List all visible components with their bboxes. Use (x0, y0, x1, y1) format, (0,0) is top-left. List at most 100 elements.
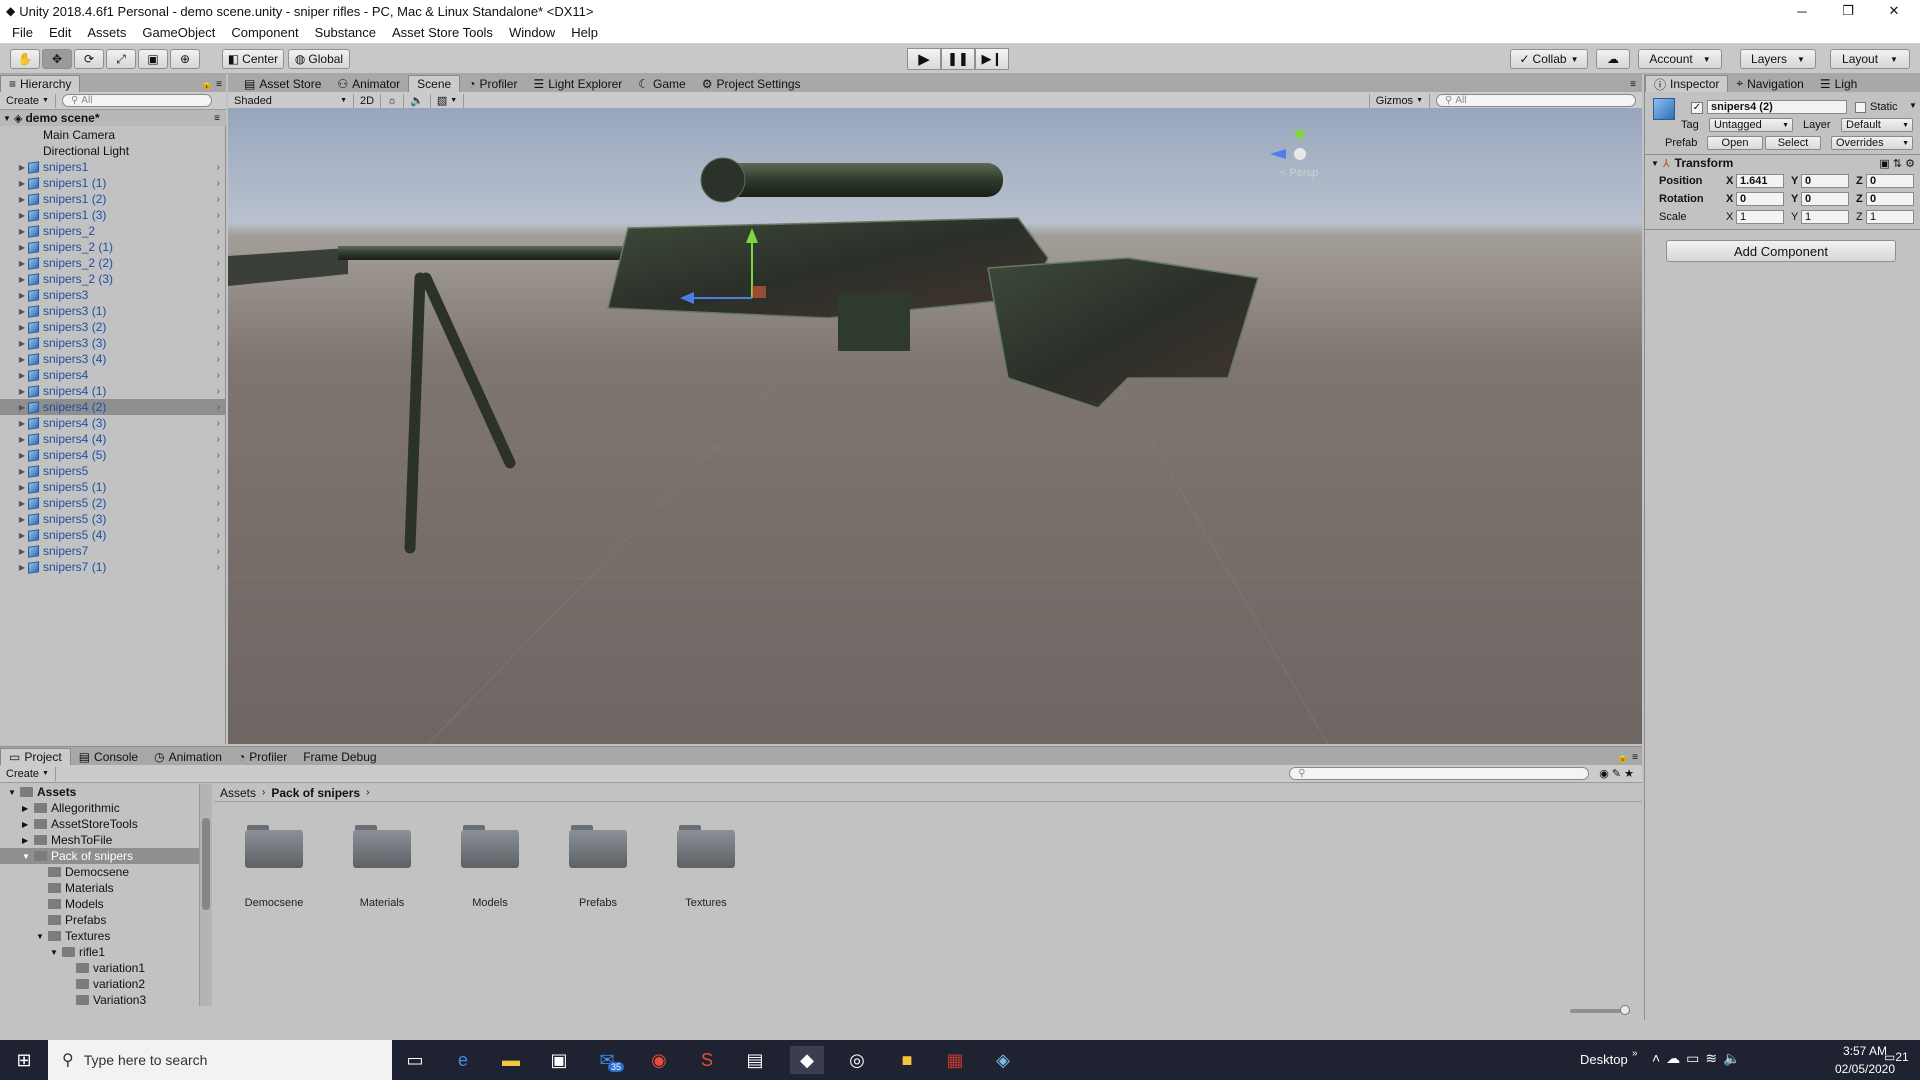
hierarchy-item[interactable]: ▶ snipers_2 (2) › (0, 255, 226, 271)
hierarchy-item[interactable]: Directional Light (0, 143, 226, 159)
desktop-toolbar-label[interactable]: Desktop (1580, 1052, 1628, 1067)
tag-dropdown[interactable]: Untagged ▼ (1709, 118, 1793, 132)
expand-arrow-icon[interactable]: ▶ (16, 563, 28, 572)
orientation-gizmo[interactable] (1270, 130, 1306, 160)
hierarchy-item[interactable]: ▶ snipers1 (2) › (0, 191, 226, 207)
chevron-right-icon[interactable]: › (217, 418, 220, 429)
chevron-right-icon[interactable]: › (217, 178, 220, 189)
chevron-right-icon[interactable]: › (217, 482, 220, 493)
expand-arrow-icon[interactable]: ▶ (16, 291, 28, 300)
hierarchy-item[interactable]: ▶ snipers4 (4) › (0, 431, 226, 447)
task-view-icon[interactable]: ▭ (398, 1046, 432, 1074)
scale-x-field[interactable]: 1 (1736, 210, 1784, 224)
chevron-right-icon[interactable]: › (217, 450, 220, 461)
tree-scrollbar[interactable] (200, 784, 212, 1006)
unity-icon[interactable]: ◆ (790, 1046, 824, 1074)
chevron-right-icon[interactable]: › (217, 226, 220, 237)
expand-arrow-icon[interactable]: ▶ (16, 275, 28, 284)
tab-animation[interactable]: ◷ Animation (146, 748, 230, 765)
tab-light-explorer[interactable]: ☰ Light Explorer (525, 75, 630, 92)
expand-arrow-icon[interactable]: ▶ (16, 195, 28, 204)
hierarchy-item[interactable]: ▶ snipers4 (2) › (0, 399, 226, 415)
app-icon[interactable]: ◈ (986, 1046, 1020, 1074)
layout-dropdown[interactable]: Layout ▼ (1830, 49, 1910, 69)
notification-icon[interactable]: ▭21 (1884, 1050, 1909, 1064)
chrome-icon[interactable]: ◉ (642, 1046, 676, 1074)
hierarchy-item[interactable]: ▶ snipers_2 (1) › (0, 239, 226, 255)
chevron-right-icon[interactable]: › (217, 370, 220, 381)
hierarchy-item[interactable]: ▶ snipers4 › (0, 367, 226, 383)
expand-arrow-icon[interactable]: ▶ (16, 243, 28, 252)
menu-component[interactable]: Component (223, 25, 306, 40)
minimize-button[interactable]: ─ (1780, 0, 1824, 22)
hierarchy-item[interactable]: ▶ snipers1 › (0, 159, 226, 175)
expand-arrow-icon[interactable]: ▶ (16, 499, 28, 508)
tab-lighting[interactable]: ☰ Ligh (1812, 75, 1865, 92)
rotation-x-field[interactable]: 0 (1736, 192, 1784, 206)
rotation-z-field[interactable]: 0 (1866, 192, 1914, 206)
layers-dropdown[interactable]: Layers ▼ (1740, 49, 1816, 69)
tab-profiler-bottom[interactable]: ◔ Profiler (230, 748, 295, 765)
folder-tile[interactable]: Materials (352, 825, 412, 909)
expand-arrow-icon[interactable]: ▶ (16, 371, 28, 380)
rotation-y-field[interactable]: 0 (1801, 192, 1849, 206)
project-tree-item[interactable]: Variation3 (0, 992, 199, 1006)
expand-arrow-icon[interactable]: ▶ (16, 451, 28, 460)
rect-tool-button[interactable]: ▣ (138, 49, 168, 69)
chevron-right-icon[interactable]: › (217, 546, 220, 557)
lighting-toggle[interactable]: ☼ (381, 93, 405, 108)
tab-project[interactable]: ▭ Project (0, 748, 71, 765)
chevron-right-icon[interactable]: › (217, 466, 220, 477)
project-tree-item[interactable]: ▼ Assets (0, 784, 199, 800)
tab-game[interactable]: ☾ Game (630, 75, 693, 92)
breadcrumb-current[interactable]: Pack of snipers (271, 786, 360, 800)
substance-icon[interactable]: S (690, 1046, 724, 1074)
chevron-right-icon[interactable]: › (217, 322, 220, 333)
static-checkbox[interactable] (1855, 102, 1866, 113)
active-checkbox[interactable]: ✓ (1691, 102, 1703, 114)
expand-arrow-icon[interactable]: ▶ (16, 163, 28, 172)
project-tree-item[interactable]: Democsene (0, 864, 199, 880)
taskbar-search-input[interactable]: ⚲ Type here to search (48, 1040, 392, 1080)
project-create-button[interactable]: Create ▼ (0, 766, 56, 781)
rotate-tool-button[interactable]: ⟳ (74, 49, 104, 69)
expand-arrow-icon[interactable]: ▼ (36, 932, 48, 941)
component-settings-icon[interactable]: ▣ ⇅ ⚙ (1879, 157, 1915, 170)
audio-toggle[interactable]: 🔈 (404, 93, 431, 108)
expand-arrow-icon[interactable]: ▶ (16, 259, 28, 268)
hierarchy-create-button[interactable]: Create ▼ (0, 93, 56, 108)
collab-dropdown[interactable]: ✓ Collab ▼ (1510, 49, 1588, 69)
folder-tile[interactable]: Democsene (244, 825, 304, 909)
expand-arrow-icon[interactable]: ▶ (16, 515, 28, 524)
close-button[interactable]: ✕ (1872, 0, 1916, 22)
scene-root-row[interactable]: ▼ ◈ demo scene* ≡ (0, 110, 226, 126)
cloud-button[interactable]: ☁ (1596, 49, 1630, 69)
move-tool-button[interactable]: ✥ (42, 49, 72, 69)
hierarchy-item[interactable]: ▶ snipers1 (3) › (0, 207, 226, 223)
restore-button[interactable]: ❐ (1826, 0, 1870, 22)
scale-tool-button[interactable]: ⤢ (106, 49, 136, 69)
hierarchy-item[interactable]: ▶ snipers5 (2) › (0, 495, 226, 511)
panel-menu-icon[interactable]: 🔒 ≡ (1617, 752, 1638, 763)
chevron-right-icon[interactable]: › (217, 402, 220, 413)
expand-arrow-icon[interactable]: ▶ (16, 467, 28, 476)
expand-arrow-icon[interactable]: ▶ (22, 820, 34, 829)
expand-arrow-icon[interactable]: ▶ (16, 211, 28, 220)
project-tree-item[interactable]: ▼ rifle1 (0, 944, 199, 960)
chevron-right-icon[interactable]: › (217, 194, 220, 205)
project-tree-item[interactable]: ▶ Allegorithmic (0, 800, 199, 816)
chevron-right-icon[interactable]: » (1632, 1048, 1638, 1059)
play-button[interactable]: ▶ (907, 48, 941, 70)
project-tree-item[interactable]: ▼ Textures (0, 928, 199, 944)
pivot-global-button[interactable]: ◍ Global (288, 49, 350, 69)
panel-menu-icon[interactable]: ≡ (1630, 79, 1636, 90)
expand-arrow-icon[interactable]: ▼ (1651, 159, 1659, 168)
expand-arrow-icon[interactable]: ▶ (16, 435, 28, 444)
pivot-center-button[interactable]: ◧ Center (222, 49, 284, 69)
transform-tool-button[interactable]: ⊕ (170, 49, 200, 69)
hierarchy-item[interactable]: ▶ snipers_2 (3) › (0, 271, 226, 287)
hierarchy-item[interactable]: ▶ snipers5 (4) › (0, 527, 226, 543)
expand-arrow-icon[interactable]: ▶ (22, 836, 34, 845)
prefab-overrides-dropdown[interactable]: Overrides ▼ (1831, 136, 1913, 150)
prefab-open-button[interactable]: Open (1707, 136, 1763, 150)
